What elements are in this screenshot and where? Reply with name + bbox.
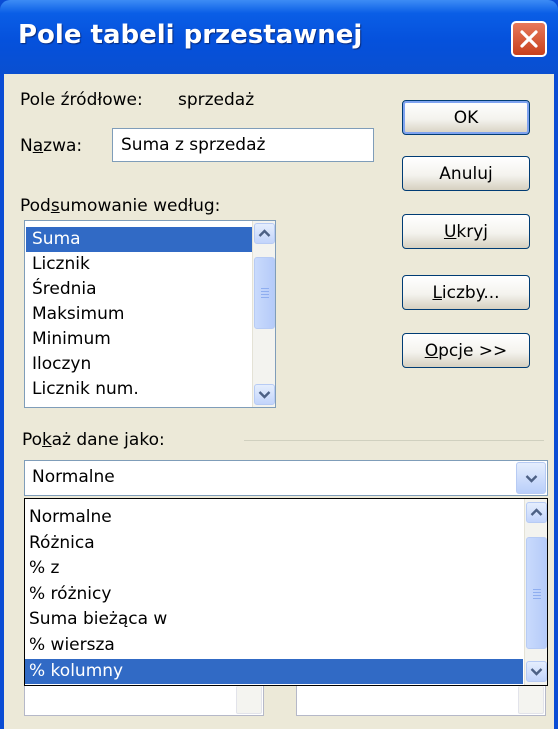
close-icon [520,30,538,48]
dropdown-scrollbar[interactable] [524,499,547,685]
summarize-option[interactable]: Licznik [26,252,252,277]
chevron-down-icon [530,668,543,676]
summarize-option[interactable]: Minimum [26,327,252,352]
scroll-up-button[interactable] [526,502,547,523]
source-field-value: sprzedaż [178,90,255,110]
source-field-label: Pole źródłowe: [20,90,143,110]
base-item-list[interactable] [296,686,546,716]
summarize-option[interactable]: Średnia [26,277,252,302]
name-label: Nazwa: [20,136,83,156]
window-title: Pole tabeli przestawnej [18,20,363,50]
combobox-value: Normalne [32,467,115,487]
scroll-up-button[interactable] [254,223,275,244]
summarize-option[interactable]: Maksimum [26,302,252,327]
name-input[interactable] [112,128,374,162]
combobox-dropdown-button[interactable] [516,462,546,494]
scroll-down-button[interactable] [254,384,275,405]
show-data-as-option[interactable]: Suma bieżąca w [25,607,523,633]
summarize-listbox[interactable]: Suma Licznik Średnia Maksimum Minimum Iloczyn… [24,220,276,408]
show-data-as-option[interactable]: % kolumny [25,658,523,685]
options-button[interactable]: Opcje >> [402,333,530,368]
dialog-window: Pole tabeli przestawnej Pole źródłowe: s… [0,0,558,729]
show-data-as-option[interactable]: Normalne [25,505,523,531]
summarize-option[interactable]: Suma [26,227,252,252]
cancel-button[interactable]: Anuluj [402,156,530,191]
hide-button[interactable]: Ukryj [402,214,530,249]
show-data-as-option[interactable]: % z [25,556,523,582]
dialog-body: Pole źródłowe: sprzedaż Nazwa: Podsumowa… [4,74,554,729]
show-data-as-option[interactable]: % różnicy [25,582,523,608]
close-button[interactable] [511,21,547,57]
summarize-label: Podsumowanie według: [20,196,221,216]
scroll-down-button[interactable] [526,661,547,682]
chevron-down-icon [258,391,271,399]
show-data-as-option[interactable]: Różnica [25,531,523,557]
title-bar[interactable]: Pole tabeli przestawnej [0,0,558,74]
chevron-down-icon [525,475,538,483]
show-data-as-label: Pokaż dane jako: [22,430,165,450]
show-data-as-combobox[interactable]: Normalne [24,460,548,496]
base-field-list[interactable] [24,686,264,716]
summarize-scrollbar[interactable] [252,221,275,407]
summarize-option[interactable]: Licznik num. [26,377,252,402]
ok-button[interactable]: OK [402,100,530,135]
scroll-thumb[interactable] [526,537,547,649]
number-format-button[interactable]: Liczby... [402,275,530,310]
show-data-as-option[interactable]: % wiersza [25,633,523,659]
summarize-option[interactable]: Iloczyn [26,352,252,377]
chevron-up-icon [530,508,543,516]
show-data-as-dropdown-list[interactable]: Normalne Różnica% z% różnicy Suma bieżąca … [24,498,548,686]
chevron-up-icon [258,229,271,237]
scroll-thumb[interactable] [254,257,275,329]
group-separator [244,440,544,441]
